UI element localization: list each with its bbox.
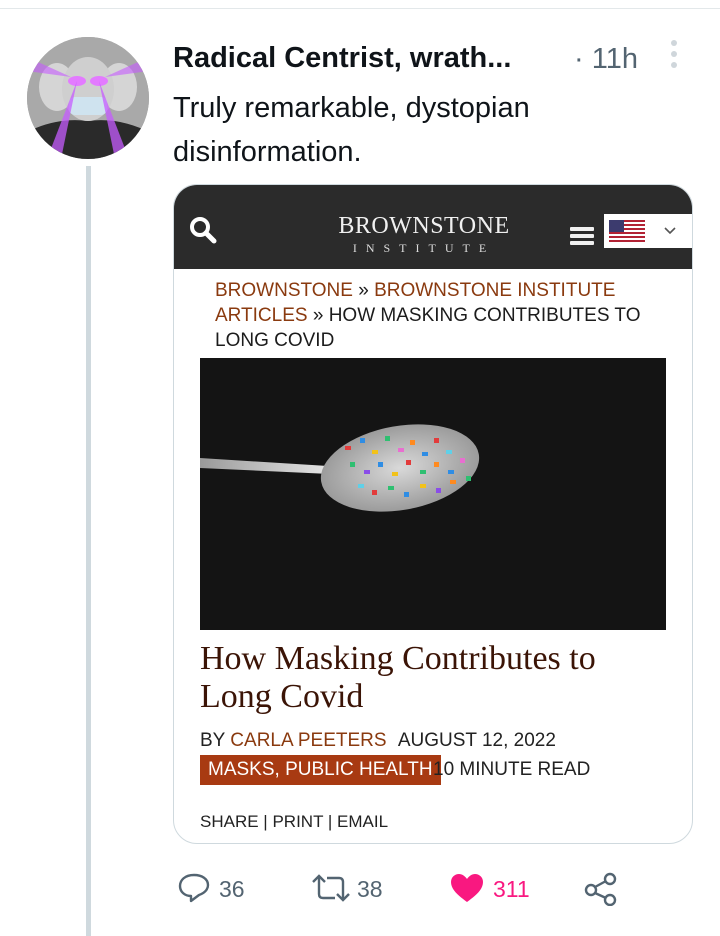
tweet-header: Radical Centrist, wrath... · 11h xyxy=(173,42,693,82)
site-logo-tagline: INSTITUTE xyxy=(352,241,496,255)
site-header: BROWNSTONE INSTITUTE xyxy=(174,185,692,269)
read-time: 10 MINUTE READ xyxy=(433,759,591,780)
retweet-count: 38 xyxy=(357,876,383,902)
article-hero-image xyxy=(200,358,666,630)
reply-count: 36 xyxy=(219,876,245,902)
chevron-down-icon xyxy=(664,227,676,235)
breadcrumb-separator: » xyxy=(307,305,329,326)
avatar-image xyxy=(27,37,149,159)
publish-date: AUGUST 12, 2022 xyxy=(397,730,556,751)
share-nodes-icon xyxy=(584,872,617,906)
language-select[interactable] xyxy=(604,214,692,248)
heart-icon xyxy=(451,874,483,902)
share-button[interactable] xyxy=(583,868,623,908)
more-options-icon[interactable] xyxy=(667,40,681,74)
media-card[interactable]: BROWNSTONE INSTITUTE BROWNSTONE » BROWNS… xyxy=(173,184,693,844)
retweet-button[interactable]: 38 xyxy=(311,868,411,908)
author-name[interactable]: Radical Centrist, wrath... xyxy=(173,42,511,75)
byline-prefix: BY xyxy=(200,730,226,751)
author-link[interactable]: CARLA PEETERS xyxy=(230,730,386,751)
print-link[interactable]: PRINT xyxy=(272,812,323,831)
share-link[interactable]: SHARE xyxy=(200,812,259,831)
site-logo-name[interactable]: BROWNSTONE xyxy=(324,213,524,240)
tweet-text: Truly remarkable, dystopian disinformati… xyxy=(173,92,530,168)
breadcrumb-home[interactable]: BROWNSTONE xyxy=(215,280,353,301)
avatar[interactable] xyxy=(27,37,149,159)
timestamp[interactable]: · 11h xyxy=(574,43,638,76)
breadcrumb: BROWNSTONE » BROWNSTONE INSTITUTE ARTICL… xyxy=(215,278,645,353)
breadcrumb-separator: » xyxy=(352,280,375,301)
tags-badge[interactable]: MASKS, PUBLIC HEALTH xyxy=(200,755,441,785)
us-flag-icon xyxy=(609,220,645,242)
article-title[interactable]: How Masking Contributes to Long Covid xyxy=(200,640,670,716)
thread-connector-line xyxy=(86,166,91,936)
reply-button[interactable]: 36 xyxy=(177,868,267,908)
tweet-actions: 36 38 311 xyxy=(173,868,693,908)
hamburger-menu-icon[interactable] xyxy=(570,227,594,245)
search-icon[interactable] xyxy=(188,215,218,245)
speech-bubble-icon xyxy=(178,873,210,903)
byline: BY CARLA PEETERS AUGUST 12, 2022 xyxy=(200,730,556,752)
like-button[interactable]: 311 xyxy=(449,868,559,908)
like-count: 311 xyxy=(493,876,530,902)
top-divider xyxy=(0,8,720,9)
share-links: SHARE | PRINT | EMAIL xyxy=(200,812,389,831)
retweet-arrows-icon xyxy=(312,874,350,902)
email-link[interactable]: EMAIL xyxy=(337,812,388,831)
